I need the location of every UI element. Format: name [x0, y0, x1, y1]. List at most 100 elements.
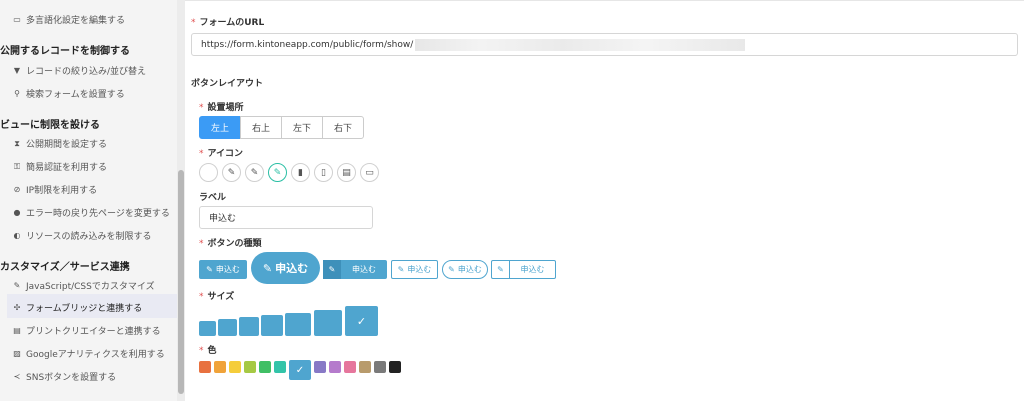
sidebar-item-label: JavaScript/CSSでカスタマイズ	[26, 282, 155, 292]
redacted-url-part	[415, 38, 746, 51]
icon-option-pencil[interactable]: ✎	[222, 163, 241, 182]
sidebar-item-label: フォームブリッジと連携する	[26, 304, 143, 314]
position-top-left[interactable]: 左上	[199, 116, 241, 139]
sidebar-item-label: Googleアナリティクスを利用する	[26, 350, 165, 360]
edit-icon: ✎	[206, 265, 213, 274]
icon-option-file-outline[interactable]: ▯	[314, 163, 333, 182]
size-option-2[interactable]	[218, 319, 237, 336]
position-bottom-right[interactable]: 右下	[322, 116, 364, 139]
wrench-icon: ✎	[13, 281, 21, 290]
size-option-3[interactable]	[239, 317, 259, 336]
size-option-5[interactable]	[285, 313, 311, 336]
sidebar-item-label: 検索フォームを設置する	[26, 90, 125, 100]
ban-icon: ⊘	[13, 185, 21, 194]
sidebar-item-simple-auth[interactable]: ⚿ 簡易認証を利用する	[12, 160, 108, 174]
sidebar-item-resource-limit[interactable]: ◐ リソースの読み込みを制限する	[12, 229, 152, 242]
sidebar-item-ip-limit[interactable]: ⊘ IP制限を利用する	[12, 183, 97, 196]
url-field[interactable]: https://form.kintoneapp.com/public/form/…	[191, 33, 1018, 56]
label-label: ラベル	[199, 193, 227, 203]
color-swatch-8[interactable]	[314, 361, 326, 373]
search-icon: ⚲	[14, 89, 20, 98]
button-type-text: 申込む	[275, 262, 309, 275]
layout-heading: ボタンレイアウト	[191, 79, 264, 89]
color-swatch-6[interactable]	[274, 361, 286, 373]
sidebar-item-multilingual[interactable]: ▭ 多言語化設定を編集する	[12, 13, 125, 26]
position-selector: 左上 右上 左下 右下	[199, 116, 364, 139]
button-type-text: 申込む	[520, 265, 545, 274]
check-icon: ✓	[295, 364, 305, 376]
button-type-text: 申込む	[457, 265, 482, 274]
position-bottom-left[interactable]: 左下	[281, 116, 323, 139]
sidebar-scrollbar-thumb[interactable]	[178, 170, 184, 394]
share-icon: ≺	[13, 372, 21, 381]
sidebar-item-analytics[interactable]: ▨ Googleアナリティクスを利用する	[12, 347, 165, 360]
main-content: * フォームのURL https://form.kintoneapp.com/pu…	[185, 0, 1024, 401]
section-heading-view-limits: ビューに制限を設ける	[0, 120, 100, 131]
section-heading-records: 公開するレコードを制御する	[0, 46, 130, 57]
size-option-7-selected[interactable]: ✓	[345, 306, 378, 336]
button-type-outline-pill[interactable]: ✎ 申込む	[442, 260, 488, 279]
link-icon: ✣	[13, 303, 21, 312]
sidebar-item-js-css[interactable]: ✎ JavaScript/CSSでカスタマイズ	[12, 279, 155, 292]
sidebar-item-error-page[interactable]: ● エラー時の戻り先ページを変更する	[12, 206, 170, 219]
edit-icon: ✎	[448, 265, 455, 274]
button-type-pill-large[interactable]: ✎ 申込む	[251, 252, 320, 284]
label-field[interactable]: 申込む	[199, 206, 373, 229]
color-swatch-1[interactable]	[199, 361, 211, 373]
color-swatch-3[interactable]	[229, 361, 241, 373]
shield-icon: ◐	[13, 231, 21, 240]
button-type-text: 申込む	[215, 265, 240, 274]
sidebar-item-search-form[interactable]: ⚲ 検索フォームを設置する	[12, 87, 125, 100]
icon-option-edit-square[interactable]: ✎	[268, 163, 287, 182]
sidebar-item-printcreator[interactable]: ▤ プリントクリエイターと連携する	[12, 324, 161, 337]
section-heading-customize: カスタマイズ／サービス連携	[0, 262, 130, 273]
position-top-right[interactable]: 右上	[240, 116, 282, 139]
sidebar-item-label: 公開期間を設定する	[26, 140, 108, 150]
icon-option-file-text[interactable]: ▤	[337, 163, 356, 182]
button-type-text: 申込む	[407, 265, 432, 274]
key-icon: ⚿	[13, 161, 21, 171]
button-type-square[interactable]: ✎ 申込む	[199, 260, 247, 279]
icon-option-none[interactable]	[199, 163, 218, 182]
edit-icon: ✎	[323, 260, 341, 279]
button-type-split[interactable]: ✎ 申込む	[323, 260, 387, 279]
icon-option-file-text-outline[interactable]: ▭	[360, 163, 379, 182]
edit-icon: ✎	[492, 261, 510, 278]
icon-option-file[interactable]: ▮	[291, 163, 310, 182]
color-label: * 色	[199, 346, 217, 356]
color-swatch-10[interactable]	[344, 361, 356, 373]
color-swatch-9[interactable]	[329, 361, 341, 373]
button-type-label: * ボタンの種類	[199, 239, 262, 249]
sidebar-item-formbridge[interactable]: ✣ フォームブリッジと連携する	[12, 301, 143, 314]
button-type-outline[interactable]: ✎ 申込む	[391, 260, 438, 279]
alert-icon: ●	[13, 208, 21, 217]
sidebar-item-sns[interactable]: ≺ SNSボタンを設置する	[12, 370, 117, 383]
color-swatch-12[interactable]	[374, 361, 386, 373]
sidebar-item-label: レコードの絞り込み/並び替え	[26, 67, 147, 77]
sidebar-item-label: 簡易認証を利用する	[26, 163, 108, 173]
color-swatch-7[interactable]: ✓	[289, 360, 311, 380]
color-swatch-2[interactable]	[214, 361, 226, 373]
color-swatch-13[interactable]	[389, 361, 401, 373]
hourglass-icon: ⧗	[14, 138, 20, 148]
sidebar-item-label: IP制限を利用する	[26, 186, 98, 196]
size-option-4[interactable]	[261, 315, 283, 336]
sidebar-item-label: プリントクリエイターと連携する	[26, 327, 161, 337]
size-label: * サイズ	[199, 292, 235, 302]
print-icon: ▤	[13, 326, 21, 335]
color-swatch-4[interactable]	[244, 361, 256, 373]
color-swatch-11[interactable]	[359, 361, 371, 373]
edit-icon: ✎	[262, 261, 273, 275]
filter-icon: ▼	[13, 66, 21, 75]
icon-option-edit[interactable]: ✎	[245, 163, 264, 182]
color-swatch-5[interactable]	[259, 361, 271, 373]
sidebar-item-label: 多言語化設定を編集する	[26, 16, 126, 26]
size-option-6[interactable]	[314, 310, 342, 336]
sidebar-item-label: SNSボタンを設置する	[26, 373, 117, 383]
size-option-1[interactable]	[199, 321, 216, 336]
sidebar: ▭ 多言語化設定を編集する 公開するレコードを制御する ▼ レコードの絞り込み/並び…	[0, 0, 185, 401]
button-type-outline-split[interactable]: ✎ 申込む	[491, 260, 556, 279]
sidebar-item-label: エラー時の戻り先ページを変更する	[26, 209, 170, 219]
sidebar-item-filter[interactable]: ▼ レコードの絞り込み/並び替え	[12, 64, 146, 77]
sidebar-item-period[interactable]: ⧗ 公開期間を設定する	[12, 137, 108, 151]
